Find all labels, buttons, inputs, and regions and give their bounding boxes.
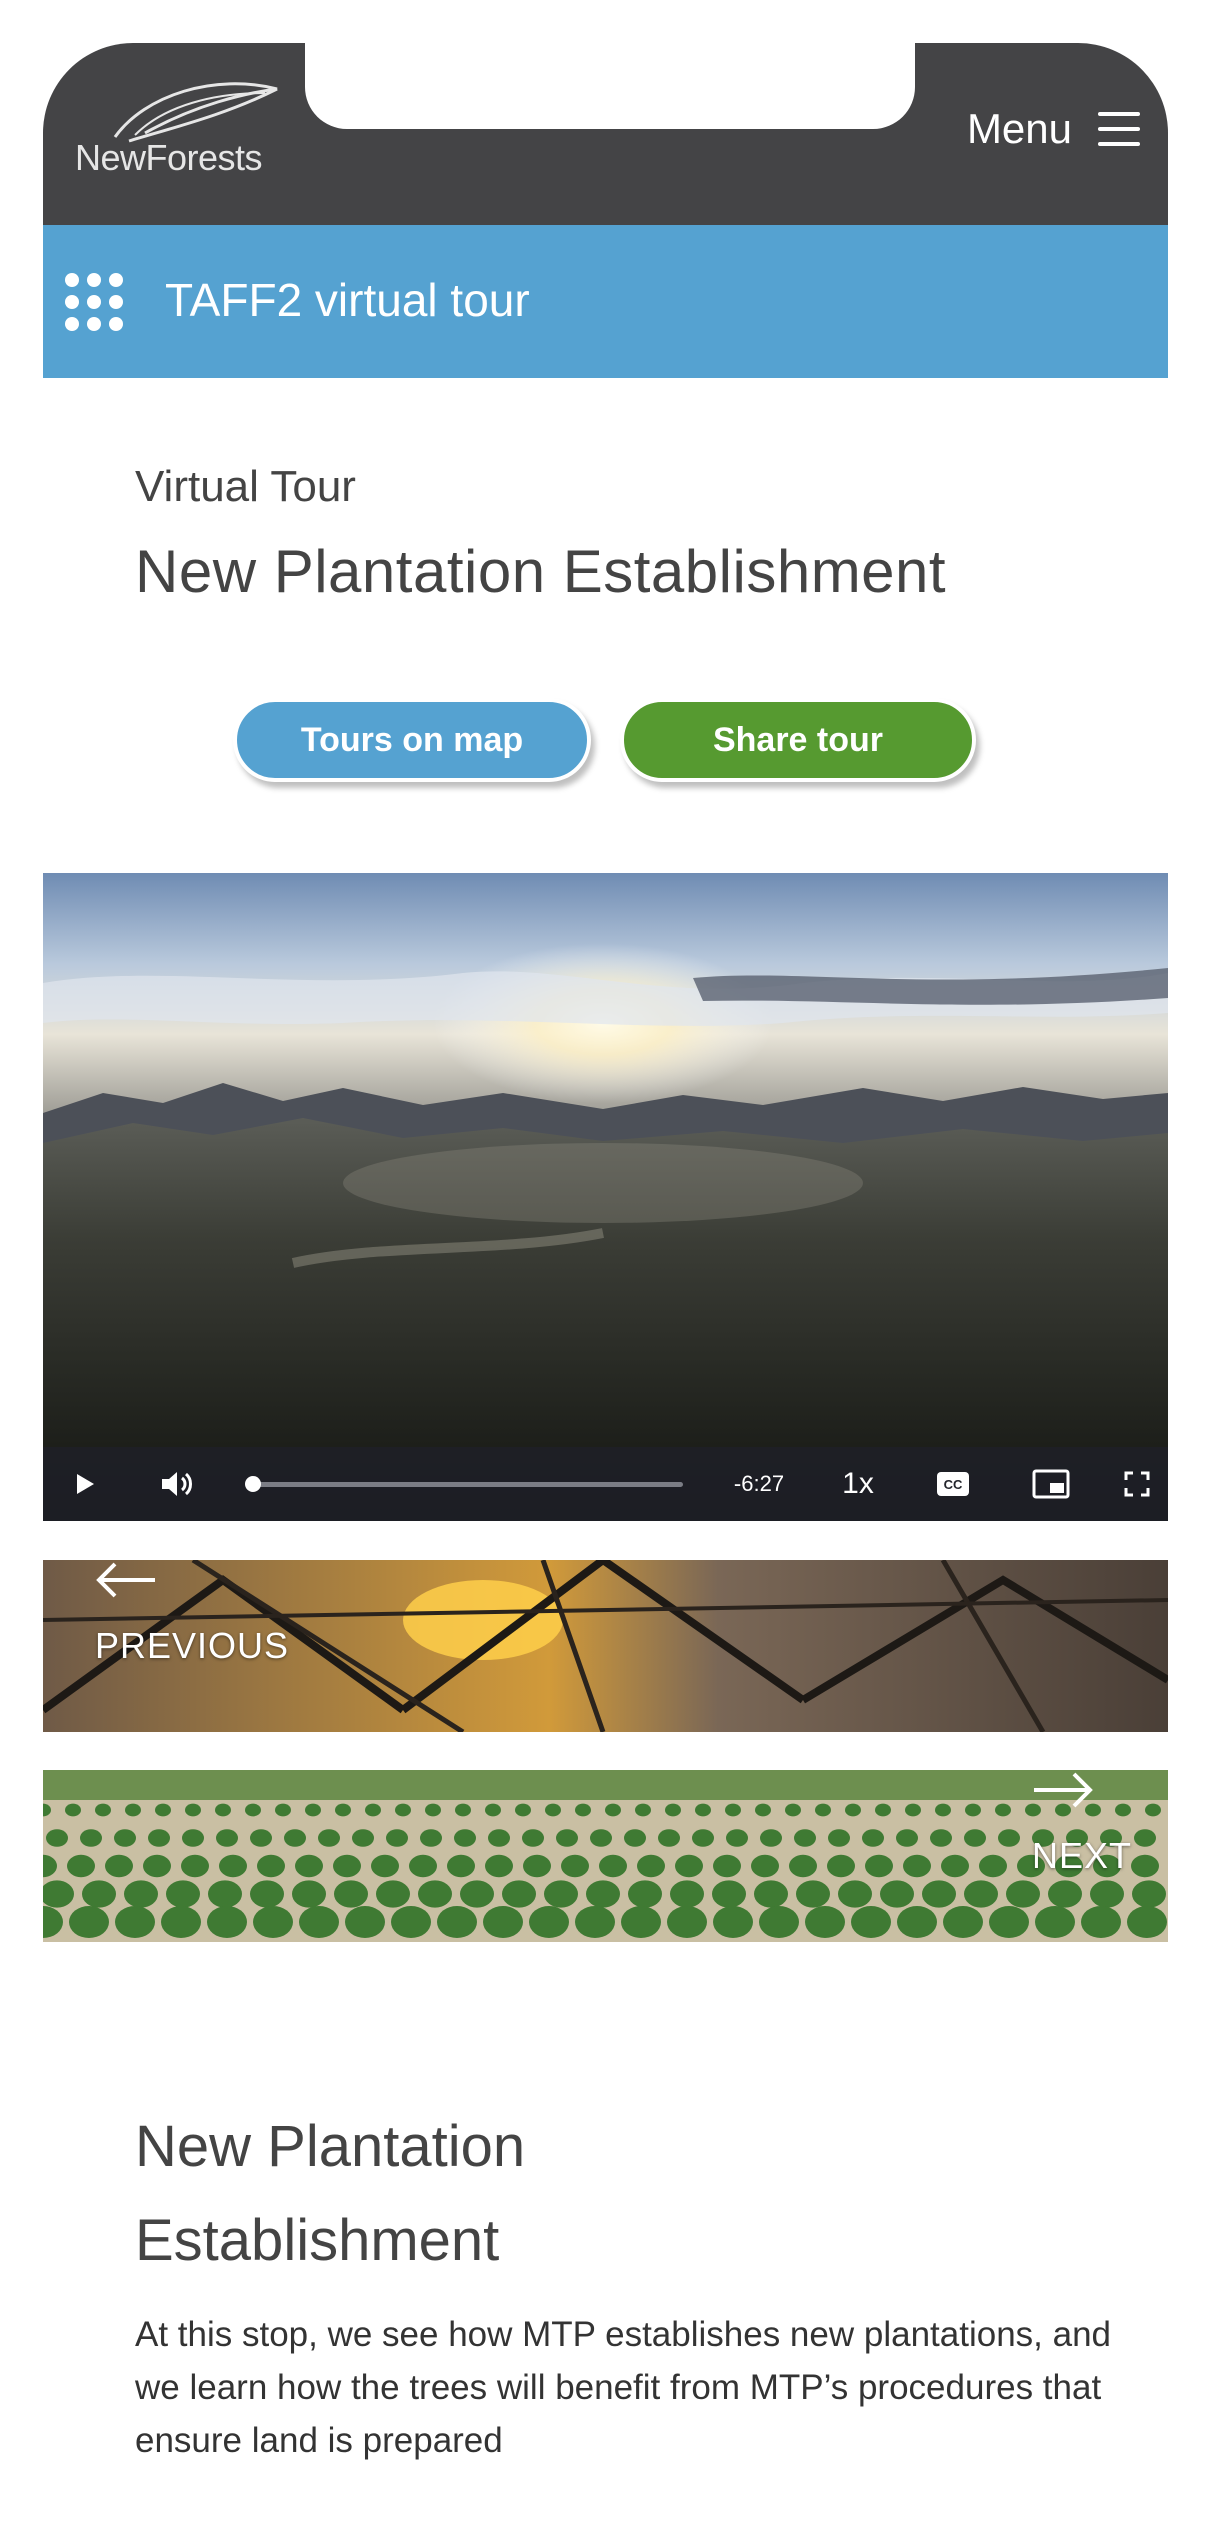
hamburger-icon (1098, 112, 1140, 146)
arrow-left-icon (96, 1562, 155, 1598)
video-player[interactable]: -6:27 1x CC (43, 873, 1168, 1521)
video-progress-bar[interactable] (245, 1476, 683, 1492)
arrow-right-icon (1033, 1772, 1093, 1808)
leaf-logo-icon (113, 82, 278, 143)
tours-on-map-button[interactable]: Tours on map (233, 698, 591, 782)
tour-bar[interactable]: TAFF2 virtual tour (43, 225, 1168, 378)
video-progress-knob[interactable] (245, 1476, 261, 1492)
section-text: At this stop, we see how MTP establishes… (135, 2315, 1112, 2460)
captions-icon[interactable]: CC (923, 1447, 983, 1521)
menu-button[interactable]: Menu (967, 105, 1140, 153)
tour-bar-title: TAFF2 virtual tour (165, 274, 530, 326)
play-icon[interactable] (63, 1447, 107, 1521)
share-tour-button[interactable]: Share tour (620, 698, 976, 782)
site-header: NewForests Menu (43, 43, 1168, 225)
svg-text:CC: CC (944, 1477, 963, 1492)
time-remaining: -6:27 (733, 1471, 785, 1496)
previous-stop-card[interactable]: PREVIOUS (43, 1560, 1168, 1732)
next-stop-card[interactable]: NEXT (43, 1770, 1168, 1942)
newforests-logo[interactable]: NewForests (75, 75, 305, 185)
page-frame: NewForests Menu TAFF2 virtual tour Virtu… (43, 0, 1168, 2522)
menu-label: Menu (966, 105, 1072, 152)
video-controls: -6:27 1x CC (43, 1447, 1168, 1521)
page-title: New Plantation Establishment (135, 538, 947, 605)
logo-text: NewForests (75, 137, 263, 178)
video-frame-landscape (43, 873, 1168, 1521)
header-notch (305, 43, 915, 129)
playback-speed-button[interactable]: 1x (823, 1447, 893, 1521)
section-title: New Plantation Establishment (135, 2114, 526, 2273)
next-label: NEXT (1031, 1835, 1132, 1876)
picture-in-picture-icon[interactable] (1021, 1447, 1081, 1521)
previous-label: PREVIOUS (95, 1625, 290, 1666)
grid-dots-icon (65, 273, 129, 333)
fullscreen-icon[interactable] (1115, 1447, 1159, 1521)
next-link[interactable]: NEXT (1032, 1770, 1132, 1942)
page-eyebrow: Virtual Tour (135, 462, 356, 511)
next-stop-image (43, 1770, 1168, 1942)
previous-link[interactable]: PREVIOUS (95, 1560, 289, 1732)
volume-icon[interactable] (155, 1447, 199, 1521)
